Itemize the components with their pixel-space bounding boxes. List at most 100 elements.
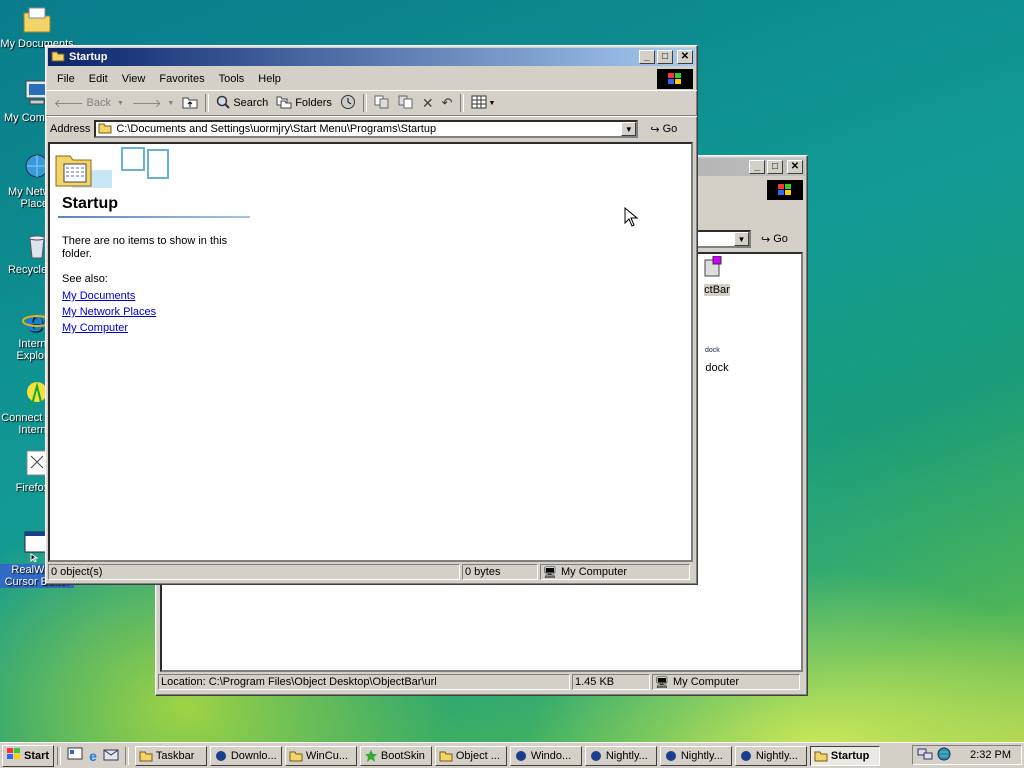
network-tray-icon[interactable] [917, 747, 933, 764]
folder-banner-graphic [52, 146, 172, 194]
back-address-bar: ▼ ↪ Go [696, 230, 792, 248]
close-button[interactable]: ✕ [677, 50, 693, 64]
standard-toolbar: 🡐 Back ▼ 🡒 ▼ Search Folders ✕ ↶ ▼ [46, 90, 697, 116]
maximize-icon: □ [771, 161, 779, 172]
address-dropdown-button[interactable]: ▼ [621, 122, 637, 136]
forward-arrow-icon: 🡒 [131, 98, 162, 110]
menu-edit[interactable]: Edit [82, 71, 115, 87]
file-item[interactable]: ctBar [697, 255, 737, 296]
see-also-links: My Documents My Network Places My Comput… [62, 290, 156, 338]
computer-icon: 🖥 [655, 676, 669, 689]
maximize-button[interactable]: □ [657, 50, 673, 64]
task-button[interactable]: Nightly... [659, 745, 732, 766]
globe-tray-icon[interactable] [937, 747, 951, 764]
task-button[interactable]: Object ... [434, 745, 507, 766]
maximize-icon: □ [661, 51, 669, 62]
folder-icon [814, 750, 828, 762]
taskbar-separator [57, 746, 62, 765]
link-my-computer[interactable]: My Computer [62, 322, 156, 334]
toolbar-separator [362, 94, 367, 112]
browser-icon [214, 750, 228, 762]
back-button[interactable]: 🡐 Back ▼ [50, 94, 128, 112]
windows-logo-icon [767, 180, 803, 200]
search-icon [216, 95, 231, 112]
minimize-icon: _ [644, 51, 650, 62]
menu-favorites[interactable]: Favorites [152, 71, 211, 87]
computer-icon: 🖥 [543, 566, 557, 579]
minimize-button[interactable]: _ [639, 50, 655, 64]
task-button[interactable]: Nightly... [734, 745, 807, 766]
bootskin-icon [364, 749, 378, 762]
forward-button[interactable]: 🡒 ▼ [128, 94, 178, 112]
delete-button[interactable]: ✕ [418, 93, 438, 114]
task-button[interactable]: Nightly... [584, 745, 657, 766]
taskbar-separator [124, 746, 129, 765]
back-address-input[interactable]: ▼ [696, 230, 751, 248]
move-to-button[interactable] [370, 93, 394, 114]
statusbar: 0 object(s) 0 bytes 🖥 My Computer [48, 564, 695, 582]
menu-view[interactable]: View [115, 71, 153, 87]
internet-explorer-icon[interactable]: e [89, 748, 97, 764]
folders-icon [276, 95, 292, 112]
minimize-button[interactable]: _ [749, 160, 765, 174]
toolbar-separator [459, 94, 464, 112]
go-button[interactable]: ↪ Go [646, 123, 681, 136]
copy-to-button[interactable] [394, 93, 418, 114]
task-button[interactable]: Windo... [509, 745, 582, 766]
back-statusbar: Location: C:\Program Files\Object Deskto… [158, 674, 805, 692]
delete-x-icon: ✕ [421, 94, 434, 111]
window-titlebar[interactable]: Startup _ □ ✕ [48, 48, 695, 66]
toolbar-separator [205, 94, 210, 112]
undo-button[interactable]: ↶ [438, 93, 457, 113]
folder-icon [98, 122, 112, 137]
folder-icon [439, 750, 453, 762]
close-icon: ✕ [680, 51, 690, 62]
search-button[interactable]: Search [212, 93, 272, 114]
menu-help[interactable]: Help [251, 71, 288, 87]
menu-file[interactable]: File [50, 71, 82, 87]
task-button[interactable]: Downlo... [209, 745, 282, 766]
link-my-network-places[interactable]: My Network Places [62, 306, 156, 318]
clock[interactable]: 2:32 PM [970, 749, 1011, 761]
task-button[interactable]: Taskbar [134, 745, 207, 766]
startup-explorer-window[interactable]: Startup _ □ ✕ File Edit View Favorites T… [45, 45, 698, 585]
folder-icon [51, 50, 65, 65]
go-arrow-icon: ↪ [650, 123, 660, 136]
empty-message: There are no items to show in this folde… [62, 235, 228, 260]
address-input[interactable]: C:\Documents and Settings\uormjry\Start … [94, 120, 639, 138]
quick-launch: e [64, 747, 122, 764]
chevron-down-icon: ▼ [167, 99, 175, 107]
chevron-down-icon: ▼ [116, 99, 124, 107]
folder-icon [289, 750, 303, 762]
link-my-documents[interactable]: My Documents [62, 290, 156, 302]
address-label: Address [50, 123, 91, 135]
browser-icon [739, 750, 753, 762]
folder-view[interactable]: Startup There are no items to show in th… [48, 142, 693, 562]
file-item[interactable]: dock dock [697, 332, 737, 374]
views-button[interactable]: ▼ [467, 93, 500, 114]
go-arrow-icon: ↪ [761, 233, 771, 246]
dock-file-icon: dock [703, 332, 723, 362]
task-button[interactable]: BootSkin [359, 745, 432, 766]
menu-tools[interactable]: Tools [212, 71, 252, 87]
close-button[interactable]: ✕ [787, 160, 803, 174]
svg-text:e: e [26, 305, 44, 336]
maximize-button[interactable]: □ [767, 160, 783, 174]
windows-logo-icon [657, 69, 693, 89]
outlook-express-icon[interactable] [103, 747, 119, 764]
status-zone: 🖥 My Computer [540, 564, 690, 580]
status-objects: 0 object(s) [48, 564, 460, 580]
folders-button[interactable]: Folders [272, 93, 336, 114]
history-button[interactable] [336, 92, 360, 115]
task-button[interactable]: WinCu... [284, 745, 357, 766]
task-button-active[interactable]: Startup [809, 745, 880, 766]
start-button[interactable]: Start [2, 744, 55, 767]
browser-icon [664, 750, 678, 762]
up-folder-button[interactable] [178, 93, 202, 114]
browser-icon [589, 750, 603, 762]
address-dropdown-button[interactable]: ▼ [734, 232, 749, 246]
show-desktop-icon[interactable] [67, 747, 83, 764]
back-go-button[interactable]: ↪ Go [757, 233, 792, 246]
status-size: 0 bytes [462, 564, 538, 580]
desktop-icon-my-documents[interactable]: My Documents [0, 4, 74, 50]
